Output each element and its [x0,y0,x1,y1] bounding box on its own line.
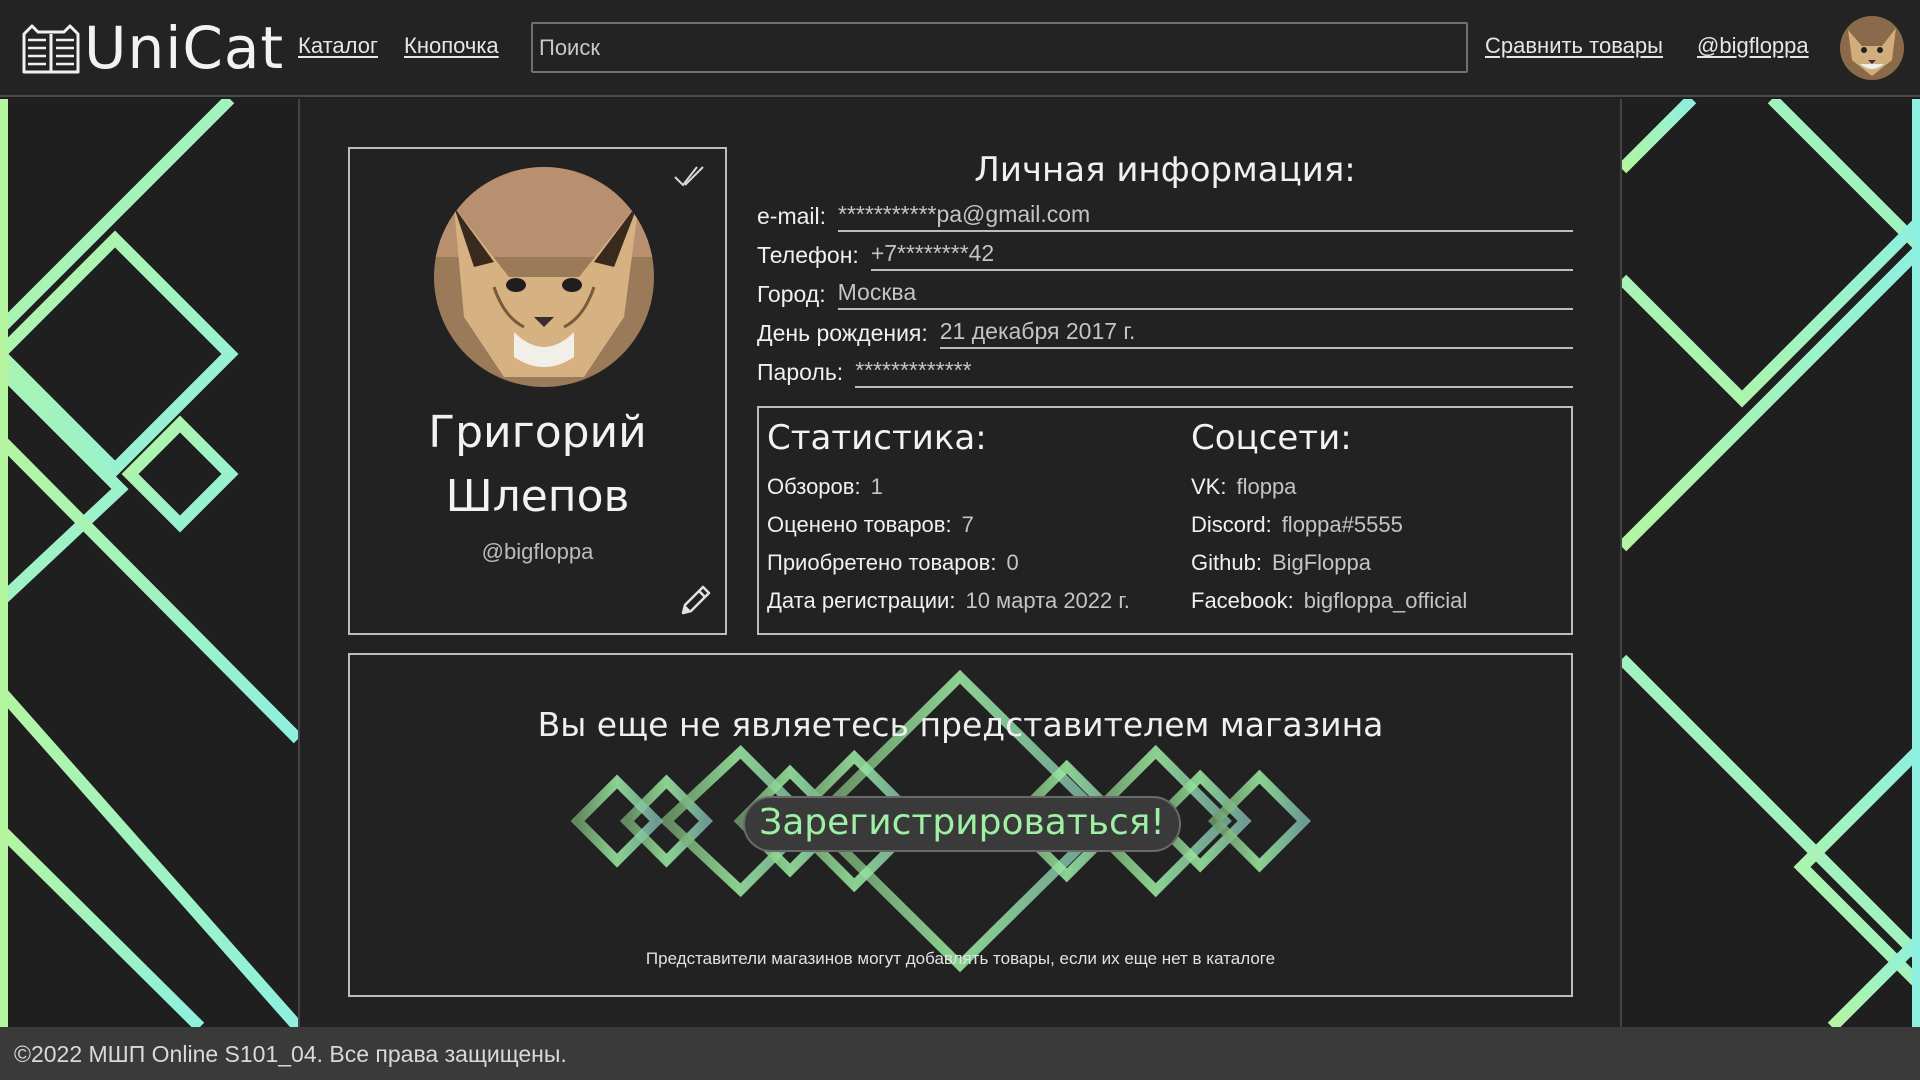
stat-row-registered: Дата регистрации: 10 марта 2022 г. [767,588,1130,613]
avatar[interactable] [1840,16,1904,80]
stat-row-rated: Оценено товаров: 7 [767,512,974,537]
stats-socials-box: Статистика: Соцсети: Обзоров: 1 Оценено т… [757,406,1573,635]
info-row-phone: Телефон: +7********42 [757,240,1573,271]
username-link[interactable]: @bigfloppa [1697,33,1809,59]
birthday-field[interactable]: 21 декабря 2017 г. [939,318,1573,349]
info-label: День рождения: [757,320,928,346]
stat-row-purchased: Приобретено товаров: 0 [767,550,1019,575]
header: UniCat Каталог Кнопочка Сравнить товары … [0,0,1920,97]
footer-copyright: ©2022 МШП Online S101_04. Все права защи… [14,1041,567,1067]
profile-last-name: Шлепов [445,471,630,522]
profile-avatar [434,167,654,387]
social-row-vk: VK: floppa [1191,474,1297,499]
social-row-facebook: Facebook: bigfloppa_official [1191,588,1468,613]
info-row-email: e-mail: ***********pa@gmail.com [757,201,1573,232]
social-row-discord: Discord: floppa#5555 [1191,512,1403,537]
seller-note: Представители магазинов могут добавлять … [645,949,1276,968]
stats-title: Статистика: [767,418,987,458]
profile-first-name: Григорий [428,407,647,458]
footer: ©2022 МШП Online S101_04. Все права защи… [0,1027,1920,1080]
stat-row-reviews: Обзоров: 1 [767,474,883,499]
info-label: Телефон: [757,242,859,268]
info-row-password: Пароль: ************* [757,357,1573,388]
profile-card: Григорий Шлепов @bigfloppa [348,147,727,635]
social-row-github: Github: BigFloppa [1191,550,1372,575]
info-label: Пароль: [757,359,844,385]
password-field[interactable]: ************* [855,357,1573,388]
personal-info-title: Личная информация: [974,150,1356,190]
info-label: Город: [757,281,826,307]
logo-text: UniCat [84,14,285,82]
seller-registration-box: Вы еще не являетесь представителем магаз… [348,653,1573,997]
right-decoration [1622,99,1920,1027]
compare-products-link[interactable]: Сравнить товары [1485,33,1663,59]
profile-nick: @bigfloppa [481,539,594,564]
info-row-birthday: День рождения: 21 декабря 2017 г. [757,318,1573,349]
city-field[interactable]: Москва [837,279,1573,310]
search-input[interactable] [531,22,1468,73]
check-icon [674,166,704,187]
phone-field[interactable]: +7********42 [870,240,1573,271]
pencil-icon[interactable] [677,583,713,619]
email-field[interactable]: ***********pa@gmail.com [838,201,1573,232]
info-row-city: Город: Москва [757,279,1573,310]
info-label: e-mail: [757,203,827,229]
logo[interactable]: UniCat [18,16,284,80]
seller-title: Вы еще не являетесь представителем магаз… [537,705,1384,744]
nav-button-link[interactable]: Кнопочка [404,33,499,59]
nav-catalog-link[interactable]: Каталог [298,33,378,59]
register-button[interactable]: Зарегистрироваться! [743,796,1181,852]
left-decoration [0,99,298,1027]
logo-book-cat-icon [22,24,80,74]
socials-title: Соцсети: [1191,418,1352,458]
